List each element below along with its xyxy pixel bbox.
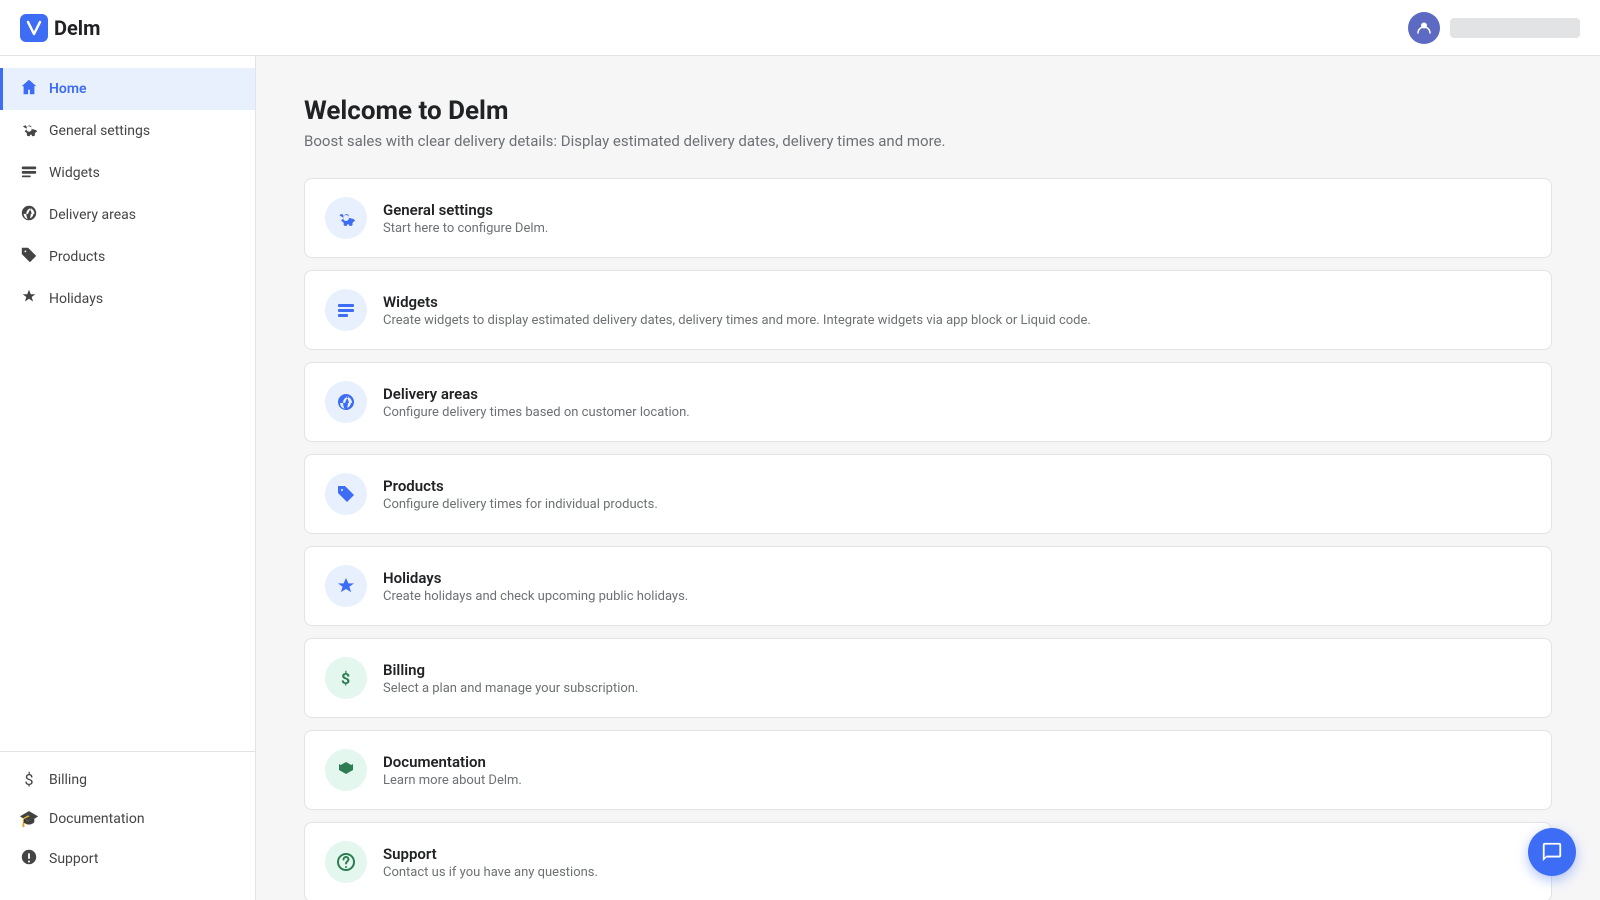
sidebar-item-billing[interactable]: $ Billing	[0, 760, 255, 799]
sidebar-item-delivery-areas[interactable]: Delivery areas	[0, 194, 255, 236]
card-desc-documentation: Learn more about Delm.	[383, 773, 1531, 788]
topbar: Delm	[0, 0, 1600, 56]
card-widgets[interactable]: Widgets Create widgets to display estima…	[304, 270, 1552, 350]
card-desc-delivery-areas: Configure delivery times based on custom…	[383, 405, 1531, 420]
sidebar-label-home: Home	[49, 81, 87, 97]
topbar-right	[1408, 12, 1580, 44]
sidebar-divider	[0, 751, 255, 752]
card-desc-holidays: Create holidays and check upcoming publi…	[383, 589, 1531, 604]
card-icon-delivery-areas	[325, 381, 367, 423]
sidebar-label-widgets: Widgets	[49, 165, 100, 181]
card-title-billing: Billing	[383, 661, 1531, 679]
main-content: Welcome to Delm Boost sales with clear d…	[256, 56, 1600, 900]
sidebar-label-delivery-areas: Delivery areas	[49, 207, 136, 223]
sidebar-item-widgets[interactable]: Widgets	[0, 152, 255, 194]
graduation-icon: 🎓	[19, 809, 39, 828]
card-icon-general-settings	[325, 197, 367, 239]
sidebar-top: Home General settings Widgets	[0, 68, 255, 743]
sidebar-item-support[interactable]: Support	[0, 838, 255, 880]
dollar-icon: $	[19, 770, 39, 789]
card-text-billing: Billing Select a plan and manage your su…	[383, 661, 1531, 696]
card-title-documentation: Documentation	[383, 753, 1531, 771]
card-icon-support	[325, 841, 367, 883]
card-text-documentation: Documentation Learn more about Delm.	[383, 753, 1531, 788]
sidebar-label-general-settings: General settings	[49, 123, 150, 139]
card-title-general-settings: General settings	[383, 201, 1531, 219]
sidebar-item-documentation[interactable]: 🎓 Documentation	[0, 799, 255, 838]
card-documentation[interactable]: Documentation Learn more about Delm.	[304, 730, 1552, 810]
sidebar-item-general-settings[interactable]: General settings	[0, 110, 255, 152]
support-icon	[19, 848, 39, 870]
sidebar-item-home[interactable]: Home	[0, 68, 255, 110]
sidebar-label-documentation: Documentation	[49, 811, 145, 827]
card-icon-documentation	[325, 749, 367, 791]
chat-icon	[1541, 841, 1563, 863]
card-title-support: Support	[383, 845, 1531, 863]
holidays-icon	[19, 288, 39, 310]
card-text-widgets: Widgets Create widgets to display estima…	[383, 293, 1531, 328]
card-title-holidays: Holidays	[383, 569, 1531, 587]
card-icon-products	[325, 473, 367, 515]
page-subtitle: Boost sales with clear delivery details:…	[304, 132, 1552, 150]
card-desc-products: Configure delivery times for individual …	[383, 497, 1531, 512]
card-delivery-areas[interactable]: Delivery areas Configure delivery times …	[304, 362, 1552, 442]
page-title: Welcome to Delm	[304, 96, 1552, 126]
card-list: General settings Start here to configure…	[304, 178, 1552, 900]
layout: Home General settings Widgets	[0, 56, 1600, 900]
logo-icon	[20, 14, 48, 42]
card-holidays[interactable]: Holidays Create holidays and check upcom…	[304, 546, 1552, 626]
sidebar-item-holidays[interactable]: Holidays	[0, 278, 255, 320]
card-text-support: Support Contact us if you have any quest…	[383, 845, 1531, 880]
user-icon	[1416, 20, 1432, 36]
svg-text:$: $	[341, 669, 350, 688]
chat-button[interactable]	[1528, 828, 1576, 876]
gear-icon	[19, 120, 39, 142]
card-text-general-settings: General settings Start here to configure…	[383, 201, 1531, 236]
sidebar-bottom: $ Billing 🎓 Documentation Support	[0, 760, 255, 888]
user-avatar[interactable]	[1408, 12, 1440, 44]
logo-text: Delm	[54, 16, 100, 40]
tag-icon	[19, 246, 39, 268]
home-icon	[19, 78, 39, 100]
card-text-delivery-areas: Delivery areas Configure delivery times …	[383, 385, 1531, 420]
card-text-holidays: Holidays Create holidays and check upcom…	[383, 569, 1531, 604]
logo[interactable]: Delm	[20, 14, 100, 42]
widgets-icon	[19, 162, 39, 184]
card-desc-widgets: Create widgets to display estimated deli…	[383, 313, 1531, 328]
card-desc-billing: Select a plan and manage your subscripti…	[383, 681, 1531, 696]
card-billing[interactable]: $ Billing Select a plan and manage your …	[304, 638, 1552, 718]
card-title-delivery-areas: Delivery areas	[383, 385, 1531, 403]
sidebar-label-products: Products	[49, 249, 105, 265]
sidebar-item-products[interactable]: Products	[0, 236, 255, 278]
globe-icon	[19, 204, 39, 226]
card-support[interactable]: Support Contact us if you have any quest…	[304, 822, 1552, 900]
card-icon-billing: $	[325, 657, 367, 699]
card-title-widgets: Widgets	[383, 293, 1531, 311]
store-name-placeholder	[1450, 18, 1580, 38]
card-products[interactable]: Products Configure delivery times for in…	[304, 454, 1552, 534]
sidebar-label-support: Support	[49, 851, 98, 867]
card-icon-widgets	[325, 289, 367, 331]
card-text-products: Products Configure delivery times for in…	[383, 477, 1531, 512]
sidebar-label-billing: Billing	[49, 772, 87, 788]
card-title-products: Products	[383, 477, 1531, 495]
card-desc-general-settings: Start here to configure Delm.	[383, 221, 1531, 236]
sidebar-label-holidays: Holidays	[49, 291, 103, 307]
sidebar: Home General settings Widgets	[0, 56, 256, 900]
card-icon-holidays	[325, 565, 367, 607]
card-desc-support: Contact us if you have any questions.	[383, 865, 1531, 880]
card-general-settings[interactable]: General settings Start here to configure…	[304, 178, 1552, 258]
